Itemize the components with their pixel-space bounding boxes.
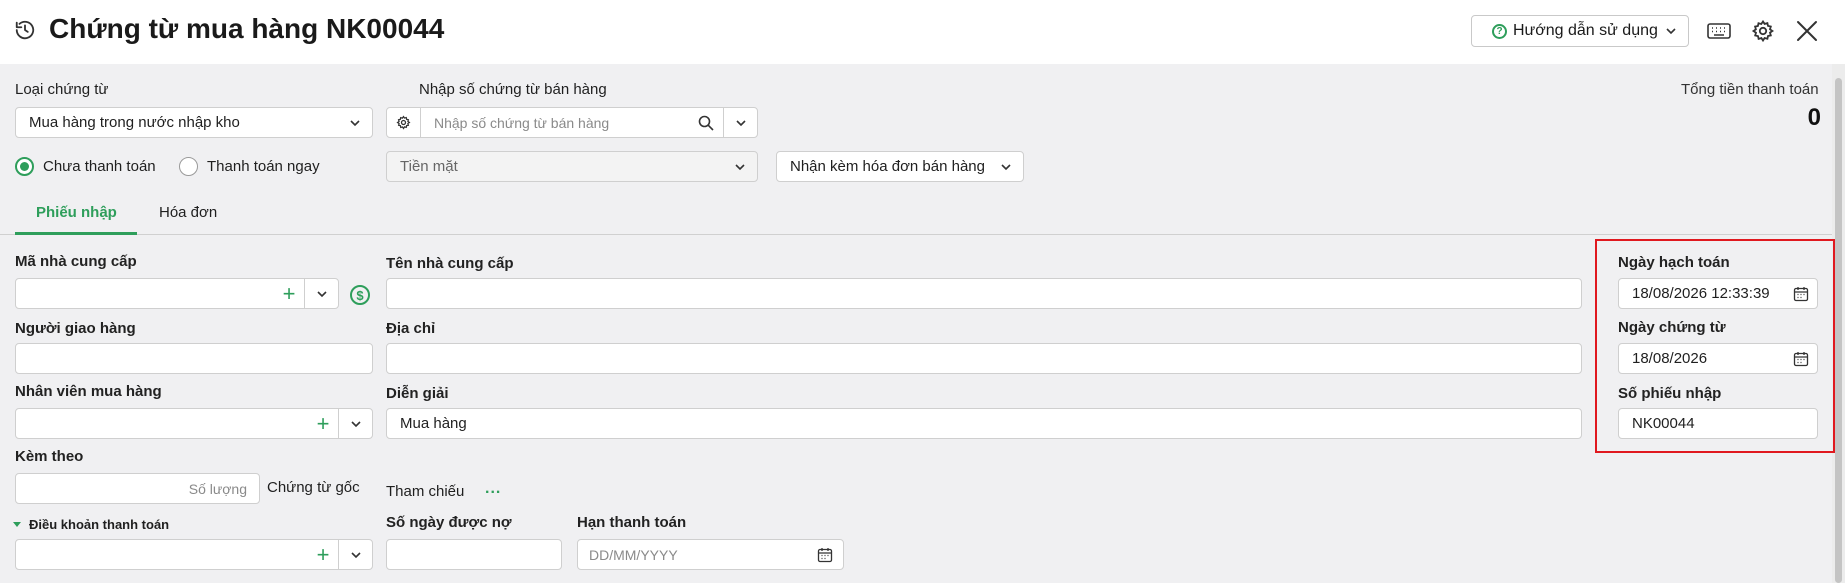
- deliverer-input[interactable]: [15, 343, 373, 374]
- purchaser-field[interactable]: +: [15, 408, 373, 439]
- address-input[interactable]: [386, 343, 1582, 374]
- close-icon[interactable]: [1793, 17, 1821, 45]
- attached-label: Kèm theo: [15, 448, 84, 465]
- supplier-code-label: Mã nhà cung cấp: [15, 253, 137, 270]
- sales-doc-label: Nhập số chứng từ bán hàng: [419, 81, 607, 98]
- voucher-type-label: Loại chứng từ: [15, 81, 109, 98]
- tab-receipt[interactable]: Phiếu nhập: [36, 204, 117, 221]
- description-label: Diễn giải: [386, 385, 449, 402]
- keyboard-icon[interactable]: [1705, 17, 1733, 45]
- top-bar: Chứng từ mua hàng NK00044 ? Hướng dẫn sử…: [0, 0, 1845, 64]
- chevron-down-icon: [350, 420, 361, 427]
- radio-unpaid-label: Chưa thanh toán: [43, 158, 156, 175]
- reference-label: Tham chiếu: [386, 483, 465, 500]
- payment-method-value: Tiền mặt: [400, 158, 458, 175]
- sales-doc-input[interactable]: Nhập số chứng từ bán hàng: [421, 115, 689, 131]
- reference-more-button[interactable]: ...: [485, 480, 501, 498]
- due-date-input[interactable]: DD/MM/YYYY: [577, 539, 844, 570]
- chevron-down-icon: [350, 119, 360, 126]
- sales-doc-settings-button[interactable]: [387, 108, 421, 137]
- radio-dot: [179, 157, 198, 176]
- due-date-label: Hạn thanh toán: [577, 514, 687, 531]
- chevron-down-icon: [1001, 163, 1011, 170]
- sales-doc-field[interactable]: Nhập số chứng từ bán hàng: [386, 107, 758, 138]
- payment-terms-field[interactable]: +: [15, 539, 373, 570]
- invoice-option-value: Nhận kèm hóa đơn bán hàng: [790, 158, 985, 175]
- dollar-icon[interactable]: $: [350, 285, 370, 305]
- payment-terms-dropdown-button[interactable]: [338, 540, 372, 569]
- purchaser-label: Nhân viên mua hàng: [15, 383, 162, 400]
- help-button[interactable]: ? Hướng dẫn sử dụng: [1471, 15, 1689, 47]
- help-button-label: Hướng dẫn sử dụng: [1513, 22, 1658, 39]
- gear-icon[interactable]: [1749, 17, 1777, 45]
- description-value: Mua hàng: [400, 415, 467, 432]
- due-date-placeholder: DD/MM/YYYY: [589, 546, 678, 563]
- active-tab-indicator: [15, 232, 137, 235]
- sales-doc-dropdown-button[interactable]: [723, 108, 757, 137]
- page-title: Chứng từ mua hàng NK00044: [49, 13, 445, 44]
- add-payment-terms-button[interactable]: +: [308, 543, 338, 566]
- add-supplier-button[interactable]: +: [274, 282, 304, 305]
- radio-pay-now-label: Thanh toán ngay: [207, 158, 320, 175]
- gear-icon: [396, 115, 411, 130]
- description-input[interactable]: Mua hàng: [386, 408, 1582, 439]
- supplier-code-dropdown-button[interactable]: [304, 279, 338, 308]
- help-icon: ?: [1492, 23, 1507, 39]
- voucher-type-select[interactable]: Mua hàng trong nước nhập kho: [15, 107, 373, 138]
- scrollbar-thumb[interactable]: [1835, 78, 1842, 583]
- credit-days-input[interactable]: [386, 539, 562, 570]
- add-purchaser-button[interactable]: +: [308, 412, 338, 435]
- voucher-type-value: Mua hàng trong nước nhập kho: [29, 114, 240, 131]
- invoice-option-select[interactable]: Nhận kèm hóa đơn bán hàng: [776, 151, 1024, 182]
- caret-down-icon[interactable]: [13, 522, 21, 527]
- chevron-down-icon: [735, 119, 746, 126]
- history-icon[interactable]: [14, 19, 36, 41]
- chevron-down-icon: [316, 290, 327, 297]
- tabs-divider: [0, 234, 1832, 235]
- payment-method-select[interactable]: Tiền mặt: [386, 151, 758, 182]
- supplier-name-input[interactable]: [386, 278, 1582, 309]
- chevron-down-icon: [735, 163, 745, 170]
- radio-dot-selected: [15, 157, 34, 176]
- quantity-input[interactable]: Số lượng: [15, 473, 260, 504]
- total-value: 0: [1807, 104, 1821, 131]
- chevron-down-icon: [350, 551, 361, 558]
- deliverer-label: Người giao hàng: [15, 320, 136, 337]
- radio-pay-now[interactable]: Thanh toán ngay: [179, 157, 320, 176]
- radio-unpaid[interactable]: Chưa thanh toán: [15, 157, 156, 176]
- address-label: Địa chỉ: [386, 320, 436, 337]
- original-docs-label: Chứng từ gốc: [267, 479, 360, 496]
- tab-invoice[interactable]: Hóa đơn: [159, 204, 217, 221]
- payment-terms-label[interactable]: Điều khoản thanh toán: [29, 517, 169, 532]
- chevron-down-icon: [1666, 28, 1676, 35]
- supplier-name-label: Tên nhà cung cấp: [386, 255, 514, 272]
- calendar-icon[interactable]: [817, 547, 833, 563]
- search-icon[interactable]: [689, 108, 723, 137]
- total-label: Tổng tiền thanh toán: [1681, 81, 1819, 98]
- purchaser-dropdown-button[interactable]: [338, 409, 372, 438]
- supplier-code-field[interactable]: +: [15, 278, 339, 309]
- highlight-box: [1595, 239, 1835, 453]
- quantity-placeholder: Số lượng: [188, 480, 247, 497]
- credit-days-label: Số ngày được nợ: [386, 514, 512, 531]
